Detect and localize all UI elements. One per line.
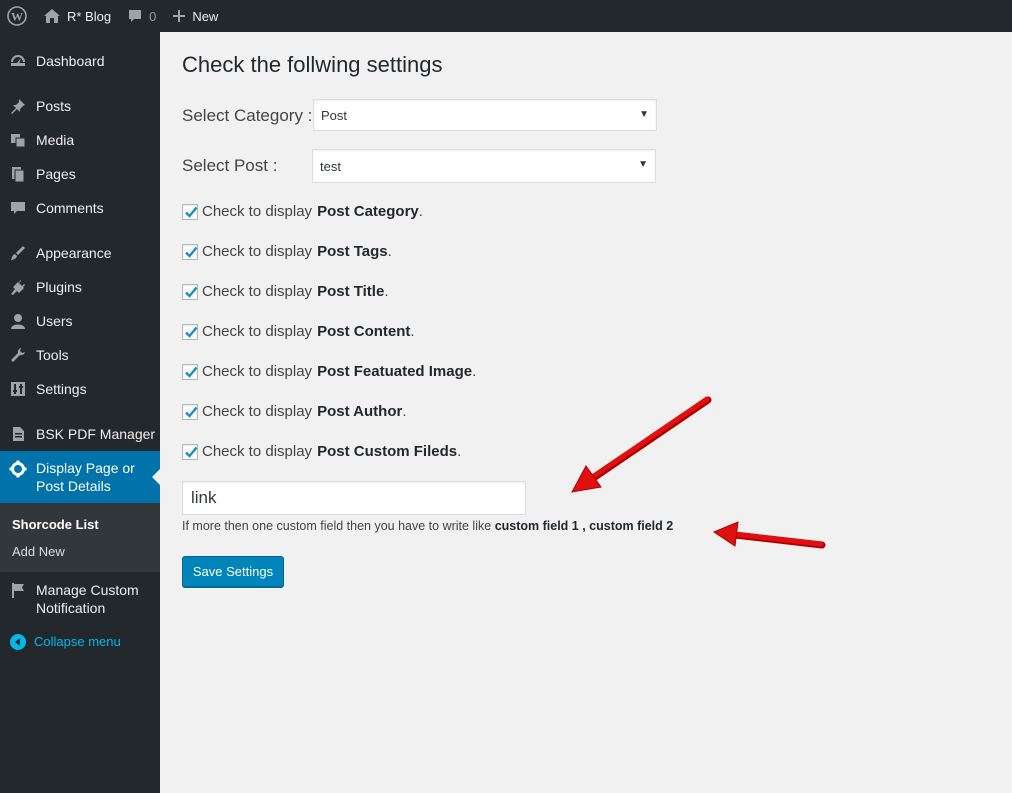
annotation-arrow-to-input: [571, 396, 712, 493]
annotation-arrows: [571, 396, 826, 549]
annotation-arrow-to-help-text: [712, 521, 826, 549]
